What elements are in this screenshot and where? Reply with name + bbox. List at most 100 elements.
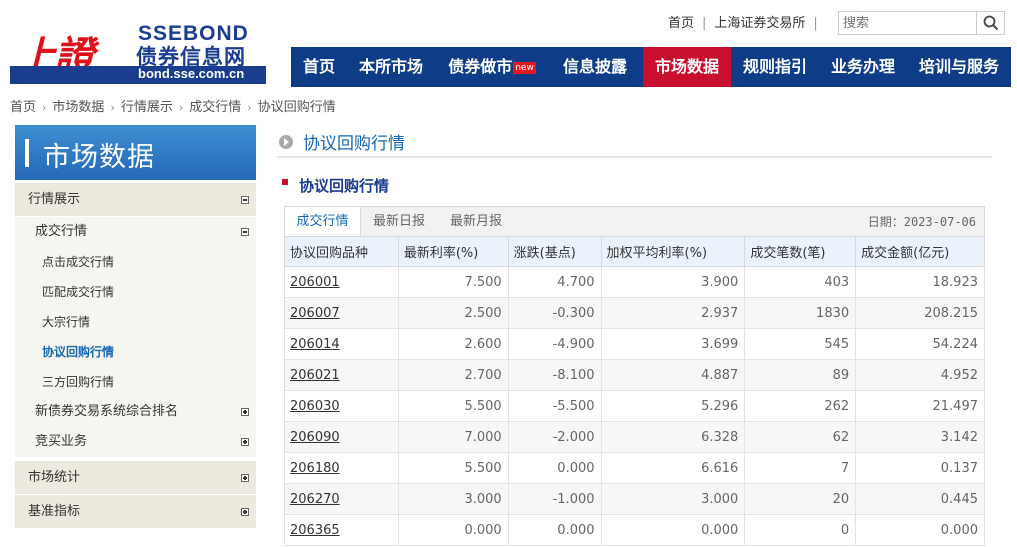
repo-code-link[interactable]: 206365 [290, 523, 340, 538]
sidebar-item-label: 成交行情 [35, 224, 88, 239]
nav-item-business[interactable]: 业务办理 [819, 47, 907, 87]
sidebar-item-block-trade[interactable]: 大宗行情 [15, 307, 256, 337]
sidebar-item-chengjiao[interactable]: 成交行情 [15, 217, 256, 247]
sidebar-item-match-trade[interactable]: 匹配成交行情 [15, 277, 256, 307]
table-cell: 2.700 [397, 359, 509, 391]
nav-label: 市场数据 [654, 57, 719, 76]
sidebar-item-label: 行情展示 [28, 192, 81, 207]
repo-quote-table: 协议回购品种 最新利率(%) 涨跌(基点) 加权平均利率(%) 成交笔数(笔) … [284, 236, 985, 546]
table-cell: 4.887 [600, 359, 746, 391]
table-cell: 7 [744, 452, 857, 484]
nav-item-rules[interactable]: 规则指引 [731, 47, 819, 87]
expand-icon[interactable] [241, 473, 249, 482]
breadcrumb-item[interactable]: 行情展示 [121, 100, 173, 115]
tab-trade-quote[interactable]: 成交行情 [285, 207, 361, 239]
table-cell: 6.328 [600, 421, 746, 453]
table-cell: 2.500 [397, 297, 509, 329]
table-cell: 208.215 [855, 297, 985, 329]
sidebar-item-triparty-repo[interactable]: 三方回购行情 [15, 367, 256, 397]
table-cell: 3.900 [600, 266, 746, 298]
nav-item-home[interactable]: 首页 [291, 47, 347, 87]
sidebar-item-benchmark[interactable]: 基准指标 [15, 495, 256, 529]
repo-code-link[interactable]: 206180 [290, 461, 340, 476]
section-title-text: 协议回购行情 [299, 177, 390, 195]
table-cell: 5.500 [397, 452, 509, 484]
nav-item-market-making[interactable]: 债券做市 new [435, 47, 549, 87]
breadcrumb-item[interactable]: 首页 [10, 100, 36, 115]
table-cell: 20 [744, 483, 857, 515]
sidebar-item-new-bond-ranking[interactable]: 新债券交易系统综合排名 [15, 397, 256, 427]
nav-item-disclosure[interactable]: 信息披露 [549, 47, 641, 87]
table-cell: -0.300 [507, 297, 602, 329]
table-cell: 21.497 [855, 390, 985, 422]
sidebar-item-auction[interactable]: 竞买业务 [15, 427, 256, 457]
nav-label: 本所市场 [358, 57, 423, 76]
nav-label: 首页 [302, 57, 335, 76]
top-link-sse[interactable]: 上海证券交易所 [714, 16, 805, 31]
tab-label: 成交行情 [296, 214, 349, 229]
column-header: 加权平均利率(%) [600, 236, 746, 267]
top-link-home[interactable]: 首页 [668, 16, 694, 31]
table-cell: 2.600 [397, 328, 509, 360]
table-row: 206007 2.500 -0.300 2.937 1830 208.215 [284, 297, 985, 329]
expand-icon[interactable] [241, 408, 249, 416]
site-logo[interactable]: 上證 SSEBOND 债券信息网 bond.sse.com.cn [10, 22, 266, 84]
column-header: 协议回购品种 [284, 236, 399, 267]
sidebar-title-bar [25, 139, 29, 167]
sidebar-item-repo-quote[interactable]: 协议回购行情 [15, 337, 256, 367]
table-cell: 0.000 [600, 514, 746, 546]
repo-code-link[interactable]: 206014 [290, 337, 340, 352]
table-cell: 0.137 [855, 452, 985, 484]
collapse-icon[interactable] [241, 195, 249, 204]
main-nav: 首页 本所市场 债券做市 new 信息披露 市场数据 规则指引 业务办理 培训与服… [291, 47, 1011, 87]
tab-monthly-report[interactable]: 最新月报 [437, 207, 515, 238]
table-cell: 0.000 [507, 452, 602, 484]
breadcrumb-item[interactable]: 成交行情 [189, 100, 241, 115]
repo-code-link[interactable]: 206090 [290, 430, 340, 445]
chevron-right-icon: › [178, 101, 184, 114]
chevron-right-icon: › [110, 101, 115, 114]
search-input[interactable] [839, 12, 977, 34]
column-header: 成交金额(亿元) [855, 236, 985, 267]
search-button[interactable] [976, 12, 1004, 34]
table-cell: -4.900 [507, 328, 602, 360]
repo-code-link[interactable]: 206007 [290, 306, 340, 321]
table-cell: -5.500 [507, 390, 602, 422]
table-cell: 7.000 [397, 421, 509, 453]
expand-icon[interactable] [241, 507, 249, 516]
nav-item-training[interactable]: 培训与服务 [907, 47, 1011, 87]
table-cell: 3.142 [855, 421, 985, 453]
nav-label: 规则指引 [742, 57, 807, 76]
nav-item-market[interactable]: 本所市场 [347, 47, 435, 87]
logo-domain: bond.sse.com.cn [138, 66, 245, 81]
repo-code-link[interactable]: 206021 [290, 368, 340, 383]
repo-code-cell: 206014 [284, 328, 399, 360]
collapse-icon[interactable] [241, 228, 249, 236]
table-cell: -8.100 [507, 359, 602, 391]
expand-icon[interactable] [241, 438, 249, 446]
table-cell: 54.224 [855, 328, 985, 360]
nav-item-market-data[interactable]: 市场数据 [643, 47, 731, 87]
table-cell: 89 [744, 359, 857, 391]
tab-daily-report[interactable]: 最新日报 [361, 207, 437, 238]
sidebar-item-label: 竞买业务 [35, 434, 88, 449]
breadcrumb-item[interactable]: 市场数据 [52, 100, 104, 115]
sidebar-item-statistics[interactable]: 市场统计 [15, 461, 256, 495]
repo-code-link[interactable]: 206030 [290, 399, 340, 414]
sidebar-item-label: 点击成交行情 [42, 255, 115, 269]
table-row: 206014 2.600 -4.900 3.699 545 54.224 [284, 328, 985, 360]
table-row: 206270 3.000 -1.000 3.000 20 0.445 [284, 483, 985, 515]
table-cell: 4.952 [855, 359, 985, 391]
repo-code-cell: 206180 [284, 452, 399, 484]
repo-code-cell: 206030 [284, 390, 399, 422]
repo-code-link[interactable]: 206001 [290, 275, 340, 290]
table-cell: 0.445 [855, 483, 985, 515]
table-cell: 2.937 [600, 297, 746, 329]
page-title: 协议回购行情 [277, 128, 992, 158]
search-icon [983, 15, 998, 31]
repo-code-link[interactable]: 206270 [290, 492, 340, 507]
table-row: 206021 2.700 -8.100 4.887 89 4.952 [284, 359, 985, 391]
sidebar-item-hangqing[interactable]: 行情展示 [15, 183, 256, 217]
table-cell: 0.000 [507, 514, 602, 546]
sidebar-item-click-trade[interactable]: 点击成交行情 [15, 247, 256, 277]
